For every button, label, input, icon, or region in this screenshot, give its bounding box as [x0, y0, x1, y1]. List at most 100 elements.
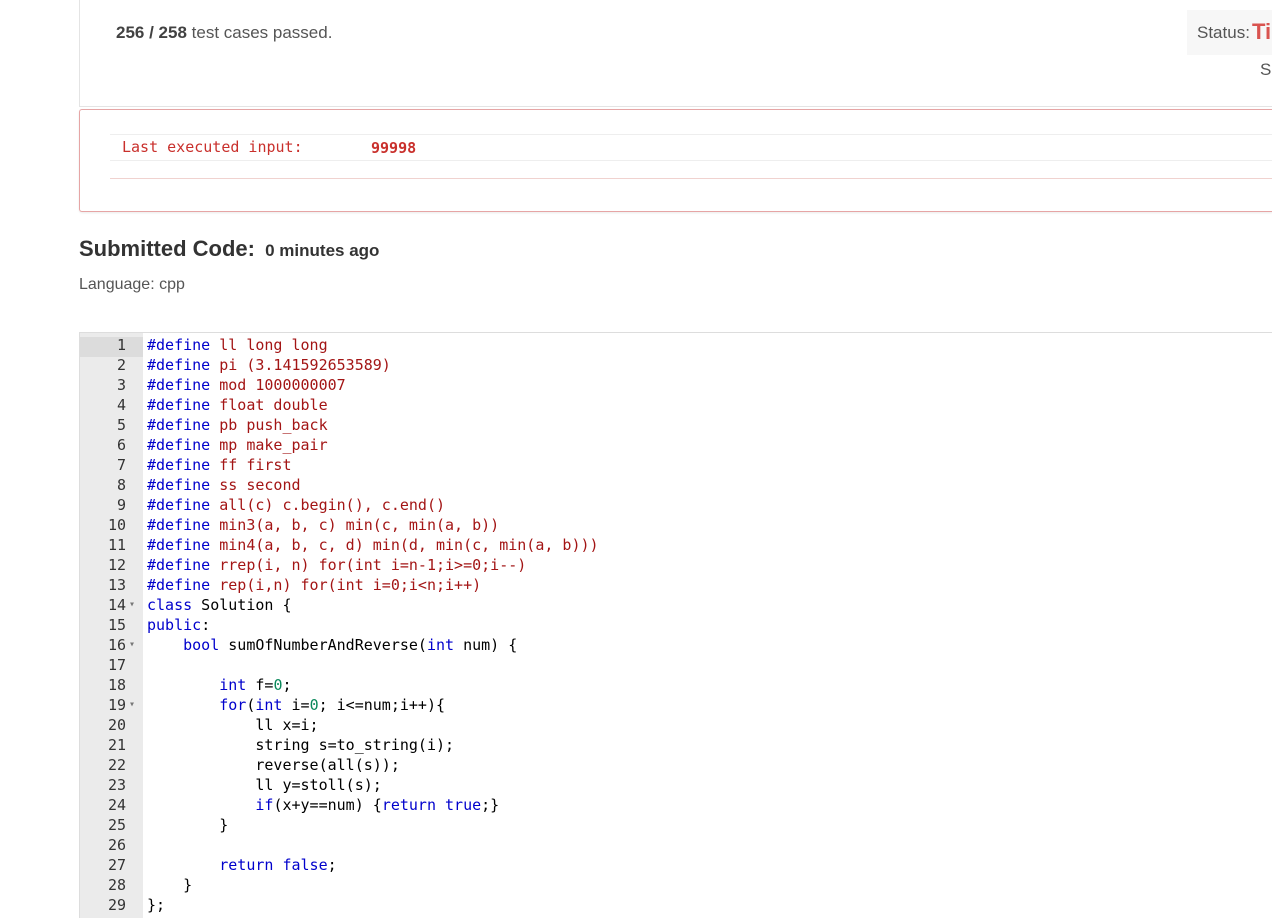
line-number: 7 — [116, 456, 126, 474]
code-text: }; — [147, 896, 166, 914]
code-text: if(x+y==num) {return true;} — [255, 796, 500, 814]
line-number: 20 — [107, 716, 126, 734]
code-text: return false; — [219, 856, 337, 874]
code-line[interactable]: 26 — [80, 835, 1272, 855]
submitted-code-heading: Submitted Code: 0 minutes ago — [79, 236, 379, 262]
line-number: 22 — [107, 756, 126, 774]
code-text: #define float double — [147, 396, 328, 414]
line-number: 17 — [107, 656, 126, 674]
status-value: Ti — [1252, 19, 1272, 44]
test-cases-summary: 256 / 258 test cases passed. — [116, 23, 332, 43]
line-number: 23 — [107, 776, 126, 794]
language-label: Language: cpp — [79, 276, 185, 293]
code-line[interactable]: 17 — [80, 655, 1272, 675]
fold-arrow-icon[interactable]: ▾ — [129, 695, 135, 715]
code-line[interactable]: 27 return false; — [80, 855, 1272, 875]
code-line[interactable]: 18 int f=0; — [80, 675, 1272, 695]
code-line[interactable]: 16 ▾ bool sumOfNumberAndReverse(int num) … — [80, 635, 1272, 655]
code-text: #define min4(a, b, c, d) min(d, min(c, m… — [147, 536, 599, 554]
code-editor[interactable]: 1 #define ll long long 2 #define pi (3.1415… — [79, 332, 1272, 918]
divider — [110, 178, 1272, 179]
divider — [110, 134, 1272, 135]
line-number: 1 — [116, 336, 126, 354]
code-line[interactable]: 24 if(x+y==num) {return true;} — [80, 795, 1272, 815]
code-line[interactable]: 15 public: — [80, 615, 1272, 635]
code-line[interactable]: 14 ▾ class Solution { — [80, 595, 1272, 615]
code-line[interactable]: 21 string s=to_string(i); — [80, 735, 1272, 755]
passed-suffix: test cases passed. — [191, 23, 333, 42]
code-line[interactable]: 6 #define mp make_pair — [80, 435, 1272, 455]
code-text: for(int i=0; i<=num;i++){ — [219, 696, 446, 714]
code-line[interactable]: 23 ll y=stoll(s); — [80, 775, 1272, 795]
line-number: 28 — [107, 876, 126, 894]
code-line[interactable]: 10 #define min3(a, b, c) min(c, min(a, b)… — [80, 515, 1272, 535]
line-number: 10 — [107, 516, 126, 534]
code-text: } — [147, 816, 229, 834]
line-number: 16 — [107, 636, 126, 654]
line-number: 6 — [116, 436, 126, 454]
code-line[interactable]: 5 #define pb push_back — [80, 415, 1272, 435]
code-line[interactable]: 7 #define ff first — [80, 455, 1272, 475]
code-line[interactable]: 25 } — [80, 815, 1272, 835]
line-number: 13 — [107, 576, 126, 594]
fold-arrow-icon[interactable]: ▾ — [129, 595, 135, 615]
last-executed-input-value: 99998 — [371, 139, 417, 157]
submitted-code-title: Submitted Code: — [79, 236, 255, 261]
code-line[interactable]: 9 #define all(c) c.begin(), c.end() — [80, 495, 1272, 515]
code-line[interactable]: 22 reverse(all(s)); — [80, 755, 1272, 775]
divider — [110, 160, 1272, 161]
code-line[interactable]: 8 #define ss second — [80, 475, 1272, 495]
line-number: 26 — [107, 836, 126, 854]
code-text: class Solution { — [147, 596, 292, 614]
code-text: #define all(c) c.begin(), c.end() — [147, 496, 446, 514]
line-number: 3 — [116, 376, 126, 394]
line-number: 4 — [116, 396, 126, 414]
submission-time: 0 minutes ago — [265, 241, 380, 260]
line-number: 5 — [116, 416, 126, 434]
code-text: #define min3(a, b, c) min(c, min(a, b)) — [147, 516, 500, 534]
line-number: 19 — [107, 696, 126, 714]
code-text: #define mod 1000000007 — [147, 376, 346, 394]
code-line[interactable]: 1 #define ll long long — [80, 335, 1272, 355]
fold-arrow-icon[interactable]: ▾ — [129, 635, 135, 655]
status-box: Status: Ti — [1187, 10, 1272, 55]
code-line[interactable]: 19 ▾ for(int i=0; i<=num;i++){ — [80, 695, 1272, 715]
code-line[interactable]: 12 #define rrep(i, n) for(int i=n-1;i>=0;… — [80, 555, 1272, 575]
code-text: #define ss second — [147, 476, 301, 494]
code-line[interactable]: 3 #define mod 1000000007 — [80, 375, 1272, 395]
code-text: bool sumOfNumberAndReverse(int num) { — [183, 636, 518, 654]
submission-meta-fragment: S — [1260, 60, 1272, 79]
code-text: string s=to_string(i); — [147, 736, 455, 754]
line-number: 18 — [107, 676, 126, 694]
line-number: 24 — [107, 796, 126, 814]
code-line[interactable]: 4 #define float double — [80, 395, 1272, 415]
passed-count: 256 / 258 — [116, 23, 187, 42]
code-text: #define mp make_pair — [147, 436, 328, 454]
code-text: ll y=stoll(s); — [147, 776, 382, 794]
line-number: 11 — [107, 536, 126, 554]
code-text: } — [147, 876, 193, 894]
code-line[interactable]: 28 } — [80, 875, 1272, 895]
code-line[interactable]: 2 #define pi (3.141592653589) — [80, 355, 1272, 375]
line-number: 29 — [107, 896, 126, 914]
code-line[interactable]: 11 #define min4(a, b, c, d) min(d, min(c,… — [80, 535, 1272, 555]
code-text: int f=0; — [219, 676, 292, 694]
line-number: 25 — [107, 816, 126, 834]
line-number: 15 — [107, 616, 126, 634]
line-number: 21 — [107, 736, 126, 754]
code-text: #define ff first — [147, 456, 292, 474]
code-line[interactable]: 20 ll x=i; — [80, 715, 1272, 735]
code-text: #define ll long long — [147, 336, 328, 354]
line-number: 2 — [116, 356, 126, 374]
last-executed-input-panel: Last executed input: 99998 — [79, 109, 1272, 212]
code-line[interactable]: 13 #define rep(i,n) for(int i=0;i<n;i++) — [80, 575, 1272, 595]
code-text: reverse(all(s)); — [147, 756, 400, 774]
line-number: 8 — [116, 476, 126, 494]
code-text: ll x=i; — [147, 716, 319, 734]
code-line[interactable]: 29}; — [80, 895, 1272, 915]
code-text: #define rrep(i, n) for(int i=n-1;i>=0;i-… — [147, 556, 527, 574]
line-number: 9 — [116, 496, 126, 514]
code-text: public: — [147, 616, 211, 634]
line-number: 14 — [107, 596, 126, 614]
code-text: #define pi (3.141592653589) — [147, 356, 391, 374]
